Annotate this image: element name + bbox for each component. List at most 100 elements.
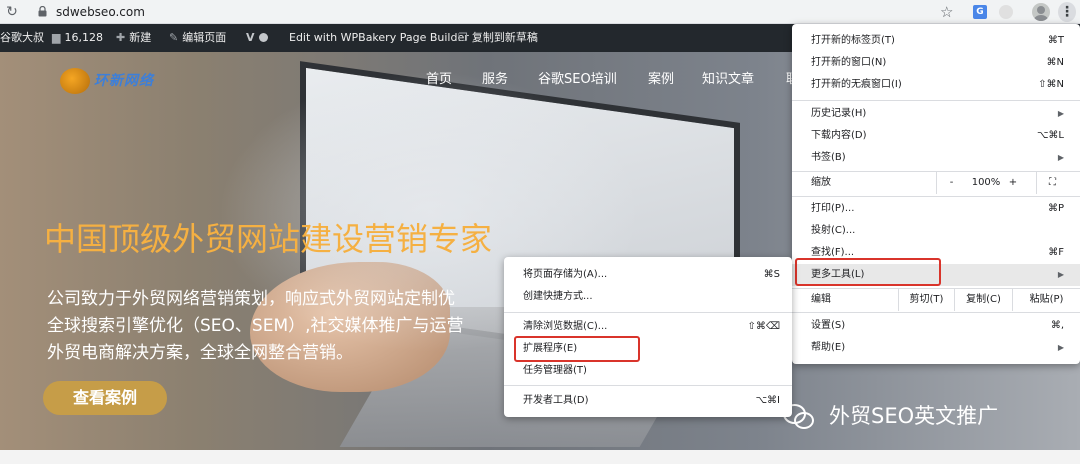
bookmark-star-icon[interactable]: ☆ (940, 2, 953, 22)
menu-divider (792, 312, 1080, 313)
translate-extension-icon[interactable]: G (973, 5, 987, 19)
chrome-main-menu: 打开新的标签页(T) ⌘T 打开新的窗口(N) ⌘N 打开新的无痕窗口(I) ⇧… (792, 24, 1080, 364)
logo-text: 环新网络 (94, 73, 154, 89)
hero-title: 中国顶级外贸网站建设营销专家 (44, 220, 493, 258)
visual-composer-icon: V (246, 31, 255, 44)
plus-icon: ✚ (116, 31, 126, 44)
submenu-item-create-shortcut[interactable]: 创建快捷方式... (504, 286, 792, 308)
fullscreen-icon[interactable]: ⛶ (1036, 172, 1068, 194)
menu-item-label: 编辑 (811, 294, 831, 305)
admin-bar-vc[interactable]: V (246, 24, 268, 52)
copy-icon: ❐ (458, 31, 468, 44)
nav-item-articles[interactable]: 知识文章 (702, 70, 754, 90)
submenu-arrow-icon: ▶ (1057, 343, 1064, 352)
address-bar-url[interactable]: sdwebseo.com (56, 4, 145, 20)
menu-row-zoom: 缩放 - 100% + ⛶ (792, 172, 1080, 194)
menu-item-label: 清除浏览数据(C)... (523, 321, 608, 332)
view-cases-button[interactable]: 查看案例 (43, 381, 167, 415)
admin-bar-comments[interactable]: ▆ 16,128 (52, 24, 103, 52)
hero-description-line-3: 外贸电商解决方案，全球全网整合营销。 (47, 343, 353, 363)
pencil-icon: ✎ (169, 31, 179, 44)
menu-item-shortcut: ⌘, (1050, 320, 1064, 331)
submenu-item-save-page[interactable]: 将页面存储为(A)... ⌘S (504, 264, 792, 286)
menu-item-print[interactable]: 打印(P)... ⌘P (792, 198, 1080, 220)
admin-bar-copy-draft[interactable]: ❐ 复制到新草稿 (458, 24, 538, 52)
menu-item-shortcut: ⌘S (763, 269, 780, 280)
menu-item-label: 开发者工具(D) (523, 395, 589, 406)
nav-item-home[interactable]: 首页 (426, 70, 452, 90)
menu-divider (504, 385, 792, 386)
zoom-in-button[interactable]: + (1006, 172, 1020, 194)
copy-draft-label: 复制到新草稿 (471, 31, 538, 44)
chrome-menu-kebab-icon[interactable]: ⋮ (1058, 2, 1076, 22)
copy-button[interactable]: 复制(C) (954, 289, 1012, 311)
menu-item-label: 设置(S) (811, 320, 846, 331)
menu-divider (792, 196, 1080, 197)
menu-item-label: 历史记录(H) (811, 108, 867, 119)
page-below-hero (0, 450, 1080, 464)
menu-item-settings[interactable]: 设置(S) ⌘, (792, 315, 1080, 337)
zoom-out-button[interactable]: - (936, 172, 966, 194)
lock-icon[interactable] (38, 6, 47, 17)
submenu-item-dev-tools[interactable]: 开发者工具(D) ⌥⌘I (504, 390, 792, 412)
menu-item-shortcut: ⌘T (1047, 35, 1064, 46)
menu-item-label: 创建快捷方式... (523, 291, 593, 302)
submenu-arrow-icon: ▶ (1057, 270, 1064, 279)
status-dot-icon (258, 33, 268, 42)
menu-item-label: 投射(C)... (811, 225, 856, 236)
menu-item-label: 打开新的标签页(T) (811, 35, 895, 46)
menu-item-shortcut: ⌘P (1047, 203, 1064, 214)
menu-item-shortcut: ⇧⌘⌫ (747, 321, 780, 332)
menu-item-shortcut: ⌘N (1046, 57, 1064, 68)
menu-item-label: 任务管理器(T) (523, 365, 587, 376)
watermark-text: 外贸SEO英文推广 (829, 404, 999, 428)
nav-item-cases[interactable]: 案例 (648, 70, 674, 90)
new-label: 新建 (129, 31, 152, 44)
extension-icon[interactable] (999, 5, 1013, 19)
edit-page-label: 编辑页面 (182, 31, 227, 44)
menu-item-label: 帮助(E) (811, 342, 846, 353)
comment-icon: ▆ (52, 31, 61, 44)
hero-description-line-2: 全球搜索引擎优化（SEO、SEM）,社交媒体推广与运营 (47, 316, 464, 336)
cut-button[interactable]: 剪切(T) (898, 289, 954, 311)
menu-item-help[interactable]: 帮助(E) ▶ (792, 337, 1080, 359)
menu-item-bookmarks[interactable]: 书签(B) ▶ (792, 147, 1080, 169)
menu-divider (792, 100, 1080, 101)
submenu-arrow-icon: ▶ (1057, 109, 1064, 118)
menu-item-new-window[interactable]: 打开新的窗口(N) ⌘N (792, 52, 1080, 74)
hero-description-line-1: 公司致力于外贸网络营销策划，响应式外贸网站定制优 (47, 289, 455, 309)
menu-item-shortcut: ⌥⌘I (755, 395, 780, 406)
menu-row-edit: 编辑 剪切(T) 复制(C) 粘贴(P) (792, 289, 1080, 311)
admin-bar-wpbakery[interactable]: Edit with WPBakery Page Builder (289, 24, 469, 52)
comments-count: 16,128 (64, 31, 103, 44)
profile-avatar[interactable] (1032, 3, 1050, 21)
menu-item-label: 打开新的窗口(N) (811, 57, 887, 68)
browser-toolbar: ↻ sdwebseo.com ☆ G ⋮ (0, 0, 1080, 24)
menu-item-history[interactable]: 历史记录(H) ▶ (792, 103, 1080, 125)
nav-item-seo-training[interactable]: 谷歌SEO培训 (538, 70, 617, 90)
menu-item-new-tab[interactable]: 打开新的标签页(T) ⌘T (792, 30, 1080, 52)
menu-divider (504, 312, 792, 313)
menu-item-downloads[interactable]: 下载内容(D) ⌥⌘L (792, 125, 1080, 147)
logo-mark-icon (60, 68, 90, 94)
paste-button[interactable]: 粘贴(P) (1012, 289, 1080, 311)
menu-item-incognito[interactable]: 打开新的无痕窗口(I) ⇧⌘N (792, 74, 1080, 96)
admin-bar-edit-page[interactable]: ✎ 编辑页面 (169, 24, 226, 52)
zoom-level: 100% (971, 177, 1001, 188)
highlight-box-extensions (514, 336, 640, 362)
menu-item-label: 缩放 (811, 177, 831, 188)
menu-item-label: 下载内容(D) (811, 130, 867, 141)
more-tools-submenu: 将页面存储为(A)... ⌘S 创建快捷方式... 清除浏览数据(C)... ⇧… (504, 257, 792, 417)
submenu-arrow-icon: ▶ (1057, 153, 1064, 162)
site-logo[interactable]: 环新网络 (60, 66, 170, 96)
submenu-item-clear-data[interactable]: 清除浏览数据(C)... ⇧⌘⌫ (504, 316, 792, 338)
highlight-box-more-tools (795, 258, 941, 286)
reload-icon[interactable]: ↻ (4, 3, 20, 21)
nav-item-services[interactable]: 服务 (482, 70, 508, 90)
admin-bar-site-name[interactable]: 谷歌大叔 (0, 24, 44, 52)
submenu-item-task-manager[interactable]: 任务管理器(T) (504, 360, 792, 382)
admin-bar-new[interactable]: ✚ 新建 (116, 24, 151, 52)
menu-item-label: 将页面存储为(A)... (523, 269, 608, 280)
menu-item-shortcut: ⇧⌘N (1038, 79, 1064, 90)
menu-item-cast[interactable]: 投射(C)... (792, 220, 1080, 242)
